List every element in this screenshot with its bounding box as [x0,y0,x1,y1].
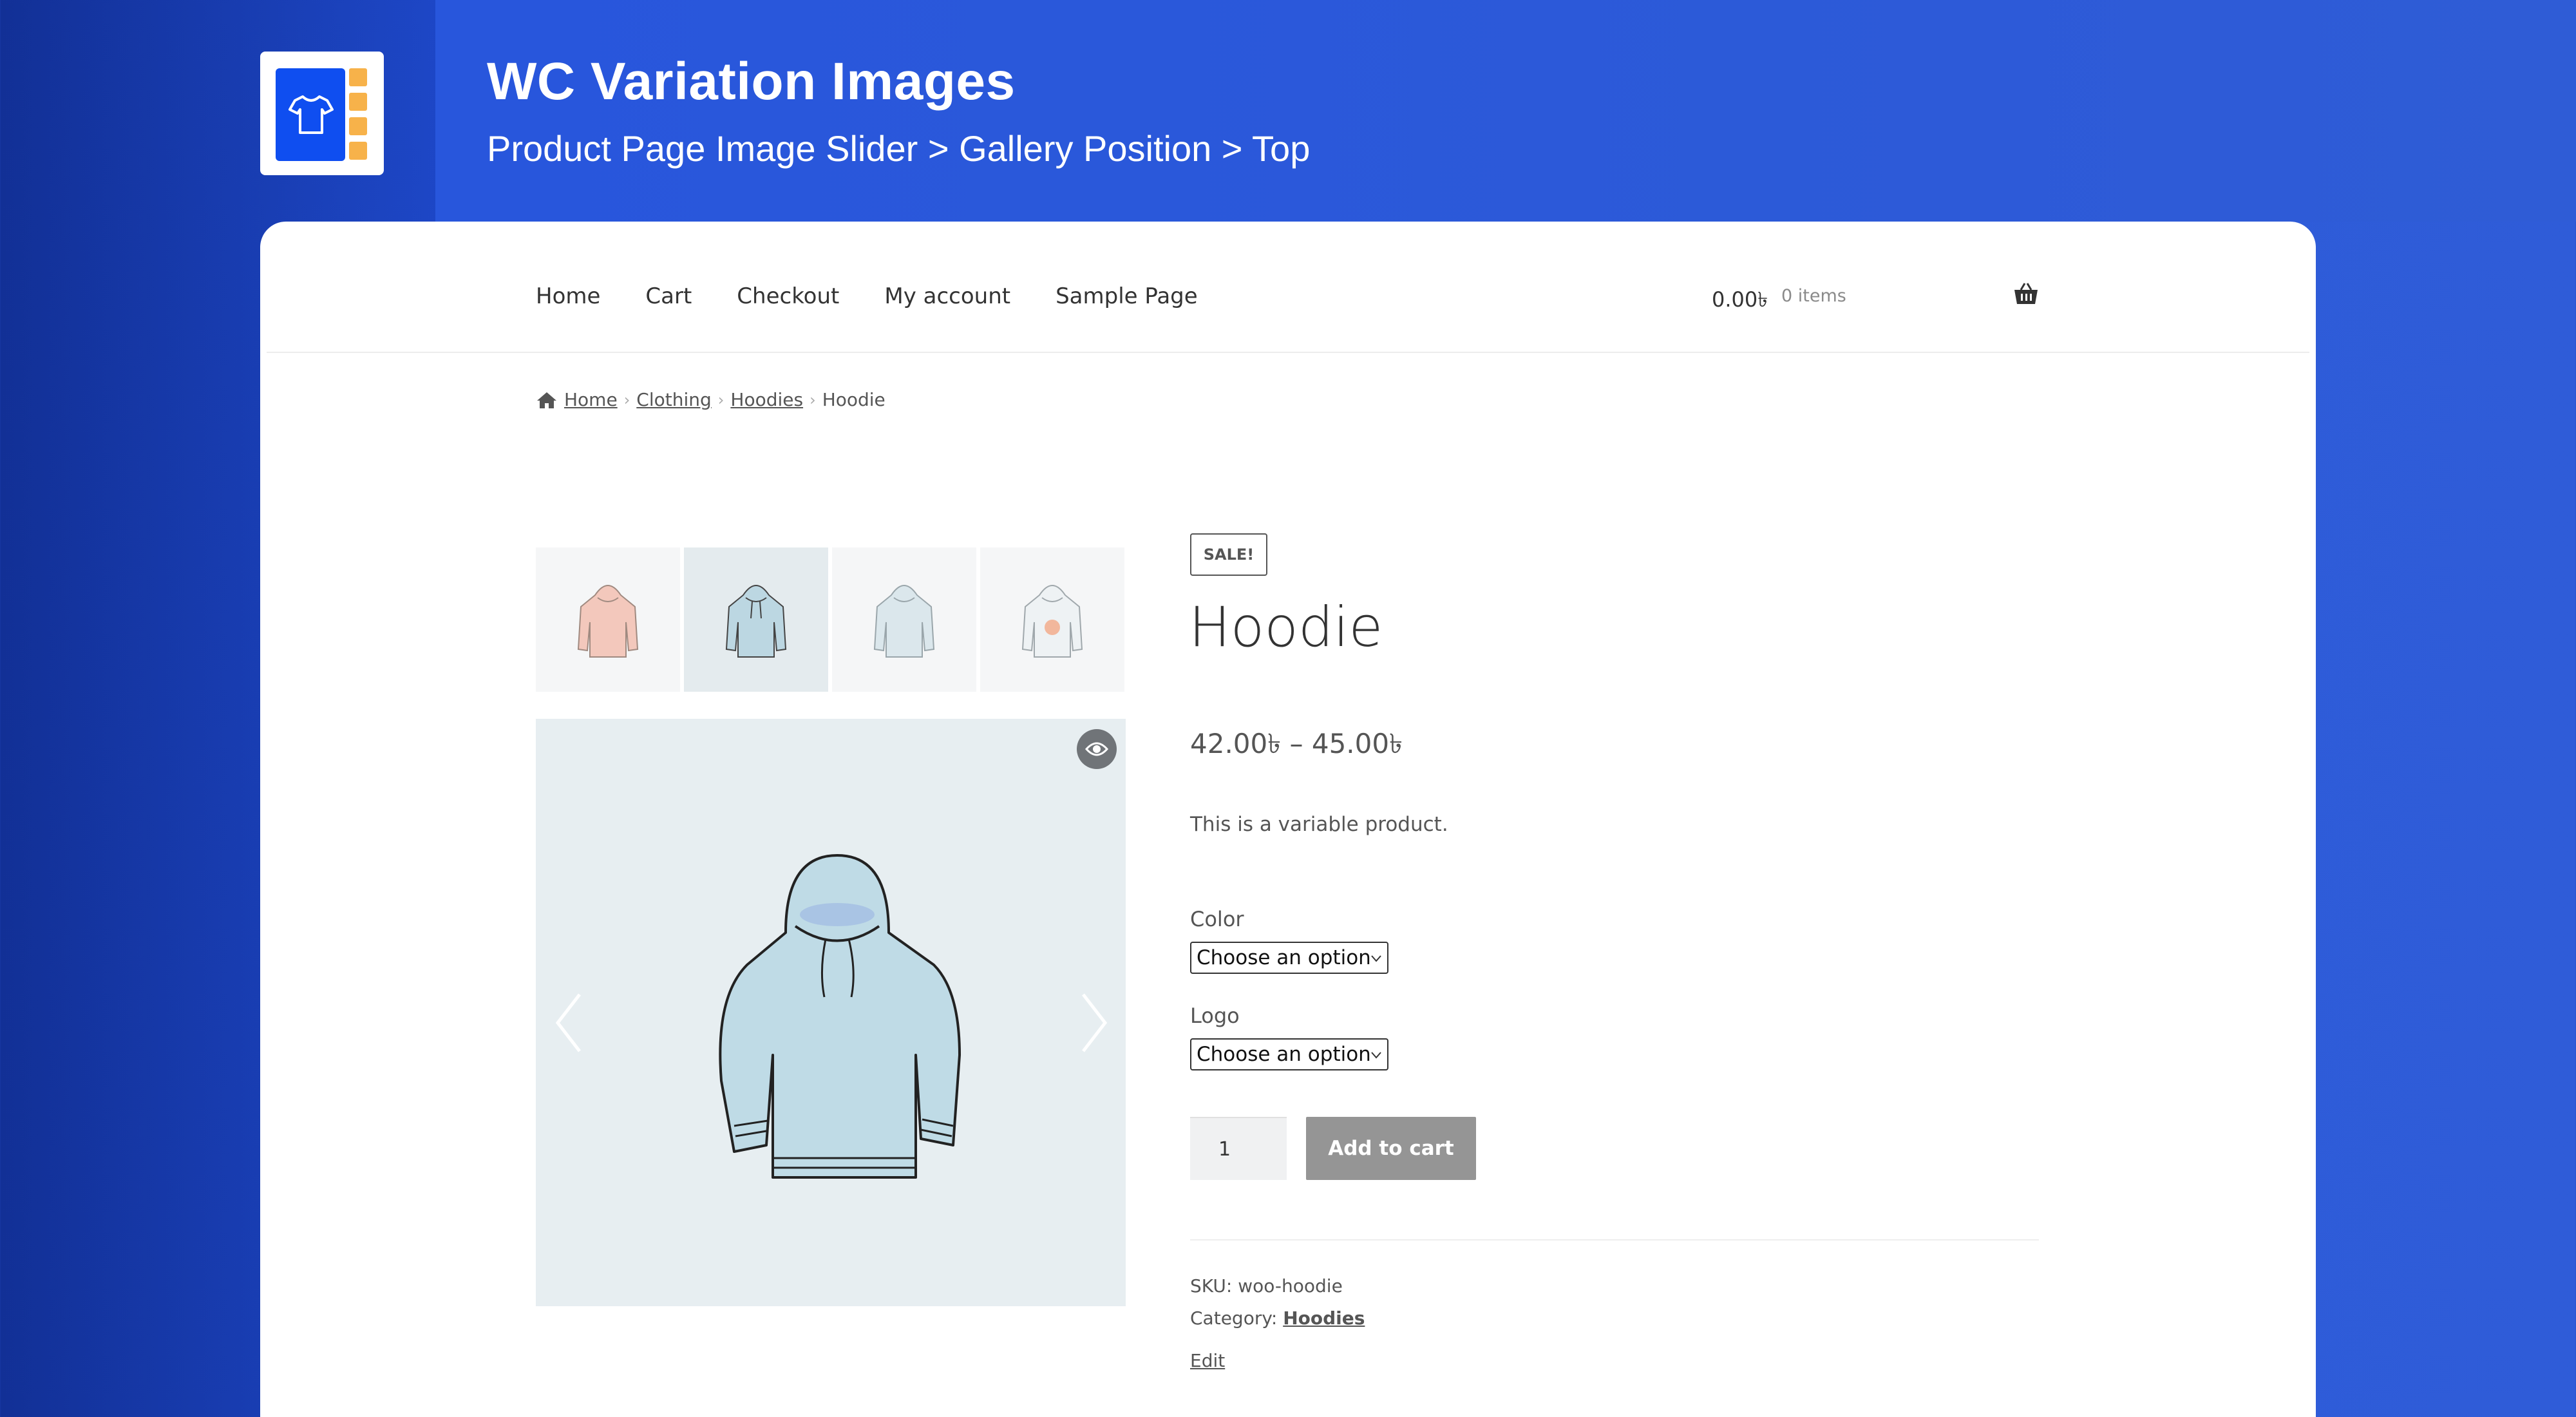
app-title: WC Variation Images [487,52,1016,111]
chevron-down-icon [1371,1052,1381,1059]
cart-amount[interactable]: 0.00৳ [1712,283,1768,318]
logo-square [349,117,367,135]
basket-icon[interactable] [2013,281,2039,307]
category-link[interactable]: Hoodies [1283,1308,1365,1329]
logo-select-value: Choose an option [1197,1043,1371,1066]
edit-link[interactable]: Edit [1190,1350,1225,1371]
gallery-thumbnails [536,547,1124,692]
main-nav: Home Cart Checkout My account Sample Pag… [536,283,1198,322]
nav-cart[interactable]: Cart [645,283,692,322]
thumbnail-hoodie-with-logo[interactable] [980,547,1124,692]
color-label: Color [1190,907,1244,931]
eye-icon [1085,742,1108,756]
home-icon[interactable] [536,391,558,409]
breadcrumb-separator: › [717,390,724,409]
nav-my-account[interactable]: My account [884,283,1010,322]
product-category: Category: Hoodies [1190,1308,1365,1329]
color-select-value: Choose an option [1197,946,1371,969]
product-title: Hoodie [1189,595,1383,660]
main-product-image[interactable] [536,719,1126,1306]
quantity-input[interactable]: 1 [1190,1117,1287,1180]
nav-divider [267,352,2309,353]
hoodie-image [719,854,961,1179]
breadcrumb-current: Hoodie [822,389,886,410]
breadcrumb-separator: › [810,390,816,409]
hoodie-thumbnail-image [873,585,935,658]
app-logo [260,52,384,175]
app-subtitle: Product Page Image Slider > Gallery Posi… [487,128,1311,169]
breadcrumb-hoodies[interactable]: Hoodies [730,389,803,410]
cart-item-count[interactable]: 0 items [1781,286,1846,306]
hoodie-thumbnail-image [1021,585,1083,658]
chevron-down-icon [1371,955,1381,962]
sale-badge: SALE! [1190,533,1267,576]
add-to-cart-button[interactable]: Add to cart [1306,1117,1476,1180]
hoodie-thumbnail-image [577,585,639,658]
meta-divider [1190,1239,2039,1241]
category-label: Category: [1190,1308,1278,1329]
logo-square [349,68,367,86]
tshirt-icon [289,95,334,134]
thumbnail-pink-hoodie[interactable] [536,547,680,692]
thumbnail-blue-hoodie[interactable] [684,547,828,692]
chevron-right-icon[interactable] [1074,991,1113,1055]
nav-checkout[interactable]: Checkout [737,283,839,322]
hoodie-thumbnail-image [725,585,787,658]
sku-label: SKU: [1190,1275,1233,1297]
nav-sample-page[interactable]: Sample Page [1056,283,1198,322]
browser-card: Home Cart Checkout My account Sample Pag… [260,222,2316,1417]
logo-label: Logo [1190,1003,1240,1028]
logo-panel [276,68,345,161]
nav-home[interactable]: Home [536,283,600,322]
breadcrumb: Home › Clothing › Hoodies › Hoodie [536,389,886,410]
product-price: 42.00৳ – 45.00৳ [1190,728,1403,759]
breadcrumb-separator: › [623,390,630,409]
chevron-left-icon[interactable] [550,991,589,1055]
sku-value: woo-hoodie [1238,1275,1343,1297]
logo-square [349,142,367,160]
zoom-button[interactable] [1077,729,1117,769]
thumbnail-blue-hoodie-light[interactable] [832,547,976,692]
breadcrumb-clothing[interactable]: Clothing [636,389,711,410]
product-description: This is a variable product. [1190,813,1448,836]
breadcrumb-home[interactable]: Home [564,389,618,410]
product-sku: SKU: woo-hoodie [1190,1275,1343,1297]
color-select[interactable]: Choose an option [1190,942,1388,974]
logo-select[interactable]: Choose an option [1190,1038,1388,1070]
logo-square [349,93,367,111]
